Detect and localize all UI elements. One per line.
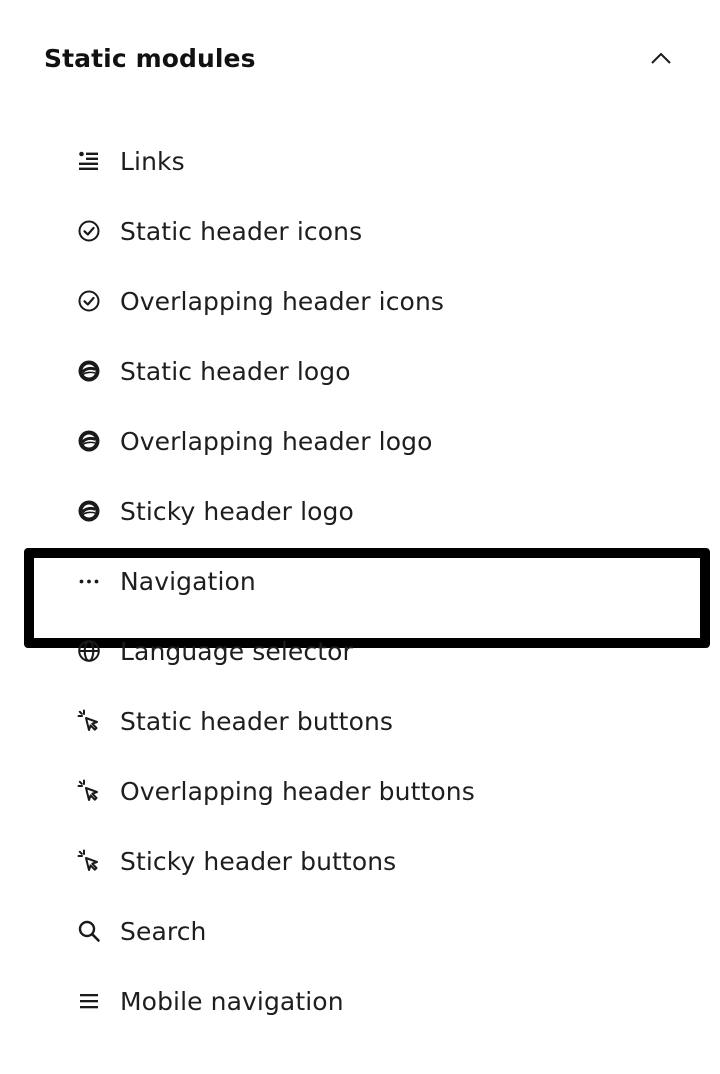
chevron-up-icon[interactable] xyxy=(646,43,676,73)
globe-icon xyxy=(76,638,102,664)
module-label: Overlapping header logo xyxy=(120,426,433,456)
module-item-static-header-buttons[interactable]: Static header buttons xyxy=(0,686,720,756)
module-label: Language selector xyxy=(120,636,353,666)
section-header[interactable]: Static modules xyxy=(44,36,674,80)
module-label: Links xyxy=(120,146,185,176)
logo-badge-icon xyxy=(76,498,102,524)
logo-badge-icon xyxy=(76,358,102,384)
module-item-overlapping-header-buttons[interactable]: Overlapping header buttons xyxy=(0,756,720,826)
module-item-overlapping-header-logo[interactable]: Overlapping header logo xyxy=(0,406,720,476)
module-item-overlapping-header-icons[interactable]: Overlapping header icons xyxy=(0,266,720,336)
module-item-navigation[interactable]: Navigation xyxy=(0,546,720,648)
hamburger-icon xyxy=(76,988,102,1014)
module-item-static-header-icons[interactable]: Static header icons xyxy=(0,196,720,266)
cursor-click-icon xyxy=(76,708,102,734)
module-label: Sticky header buttons xyxy=(120,846,397,876)
logo-badge-icon xyxy=(76,428,102,454)
module-label: Search xyxy=(120,916,207,946)
module-label: Navigation xyxy=(120,566,256,596)
check-circle-icon xyxy=(76,288,102,314)
check-circle-icon xyxy=(76,218,102,244)
module-item-static-header-logo[interactable]: Static header logo xyxy=(0,336,720,406)
module-label: Mobile navigation xyxy=(120,986,344,1016)
module-list: Links Static header icons Overlapping he… xyxy=(0,126,720,1036)
module-item-links[interactable]: Links xyxy=(0,126,720,196)
module-item-search[interactable]: Search xyxy=(0,896,720,966)
module-label: Static header logo xyxy=(120,356,351,386)
module-item-mobile-navigation[interactable]: Mobile navigation xyxy=(0,966,720,1036)
module-label: Sticky header logo xyxy=(120,496,354,526)
list-links-icon xyxy=(76,148,102,174)
ellipsis-icon xyxy=(76,568,102,594)
static-modules-panel: Static modules Links Static header icons… xyxy=(0,0,720,1074)
module-item-sticky-header-buttons[interactable]: Sticky header buttons xyxy=(0,826,720,896)
module-label: Static header buttons xyxy=(120,706,394,736)
search-icon xyxy=(76,918,102,944)
module-label: Overlapping header buttons xyxy=(120,776,475,806)
module-item-sticky-header-logo[interactable]: Sticky header logo xyxy=(0,476,720,546)
section-title: Static modules xyxy=(44,43,256,73)
module-item-language-selector[interactable]: Language selector xyxy=(0,616,720,686)
module-label: Static header icons xyxy=(120,216,363,246)
cursor-click-icon xyxy=(76,778,102,804)
module-label: Overlapping header icons xyxy=(120,286,445,316)
cursor-click-icon xyxy=(76,848,102,874)
